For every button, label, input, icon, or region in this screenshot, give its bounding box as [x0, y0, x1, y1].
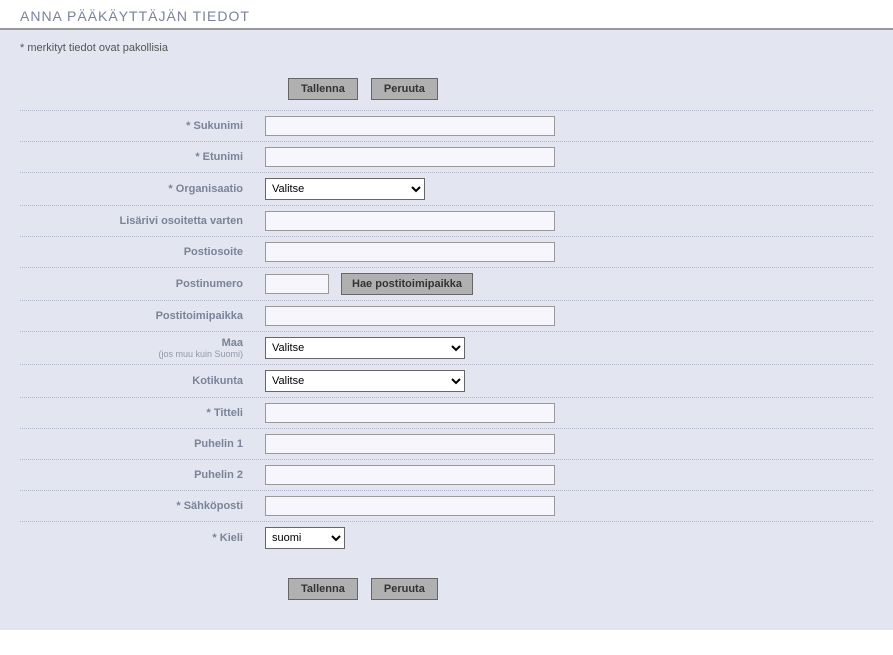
- cancel-button-top[interactable]: Peruuta: [371, 78, 438, 100]
- row-phone2: Puhelin 2: [20, 459, 873, 490]
- label-postal-code: Postinumero: [20, 278, 265, 290]
- label-language: * Kieli: [20, 532, 265, 544]
- input-firstname[interactable]: [265, 147, 555, 167]
- lookup-postal-button[interactable]: Hae postitoimipaikka: [341, 273, 473, 295]
- label-postal-city: Postitoimipaikka: [20, 310, 265, 322]
- input-postal-code[interactable]: [265, 274, 329, 294]
- row-organization: * Organisaatio Valitse: [20, 172, 873, 205]
- input-title[interactable]: [265, 403, 555, 423]
- row-postal-address: Postiosoite: [20, 236, 873, 267]
- row-postal-city: Postitoimipaikka: [20, 300, 873, 331]
- label-phone2: Puhelin 2: [20, 469, 265, 481]
- label-phone1: Puhelin 1: [20, 438, 265, 450]
- row-country: Maa (jos muu kuin Suomi) Valitse: [20, 331, 873, 364]
- label-country-main: Maa: [222, 337, 243, 349]
- label-postal-address: Postiosoite: [20, 246, 265, 258]
- form-panel: * merkityt tiedot ovat pakollisia Tallen…: [0, 30, 893, 630]
- label-home-municipality: Kotikunta: [20, 375, 265, 387]
- required-note: * merkityt tiedot ovat pakollisia: [20, 42, 873, 54]
- row-home-municipality: Kotikunta Valitse: [20, 364, 873, 397]
- select-language[interactable]: suomi: [265, 527, 345, 549]
- select-home-municipality[interactable]: Valitse: [265, 370, 465, 392]
- select-country[interactable]: Valitse: [265, 337, 465, 359]
- row-title: * Titteli: [20, 397, 873, 428]
- row-phone1: Puhelin 1: [20, 428, 873, 459]
- row-language: * Kieli suomi: [20, 521, 873, 554]
- input-phone2[interactable]: [265, 465, 555, 485]
- select-organization[interactable]: Valitse: [265, 178, 425, 200]
- label-organization: * Organisaatio: [20, 183, 265, 195]
- row-email: * Sähköposti: [20, 490, 873, 521]
- input-phone1[interactable]: [265, 434, 555, 454]
- label-country-sub: (jos muu kuin Suomi): [20, 349, 243, 359]
- label-country: Maa (jos muu kuin Suomi): [20, 337, 265, 359]
- input-lastname[interactable]: [265, 116, 555, 136]
- row-address-extra: Lisärivi osoitetta varten: [20, 205, 873, 236]
- input-address-extra[interactable]: [265, 211, 555, 231]
- label-lastname: * Sukunimi: [20, 120, 265, 132]
- top-button-row: Tallenna Peruuta: [20, 72, 873, 110]
- page-title: ANNA PÄÄKÄYTTÄJÄN TIEDOT: [0, 0, 893, 30]
- cancel-button-bottom[interactable]: Peruuta: [371, 578, 438, 600]
- input-email[interactable]: [265, 496, 555, 516]
- label-email: * Sähköposti: [20, 500, 265, 512]
- row-firstname: * Etunimi: [20, 141, 873, 172]
- row-lastname: * Sukunimi: [20, 110, 873, 141]
- label-address-extra: Lisärivi osoitetta varten: [20, 215, 265, 227]
- input-postal-city[interactable]: [265, 306, 555, 326]
- label-title: * Titteli: [20, 407, 265, 419]
- row-postal-code: Postinumero Hae postitoimipaikka: [20, 267, 873, 300]
- input-postal-address[interactable]: [265, 242, 555, 262]
- save-button-top[interactable]: Tallenna: [288, 78, 358, 100]
- bottom-button-row: Tallenna Peruuta: [20, 554, 873, 610]
- label-firstname: * Etunimi: [20, 151, 265, 163]
- save-button-bottom[interactable]: Tallenna: [288, 578, 358, 600]
